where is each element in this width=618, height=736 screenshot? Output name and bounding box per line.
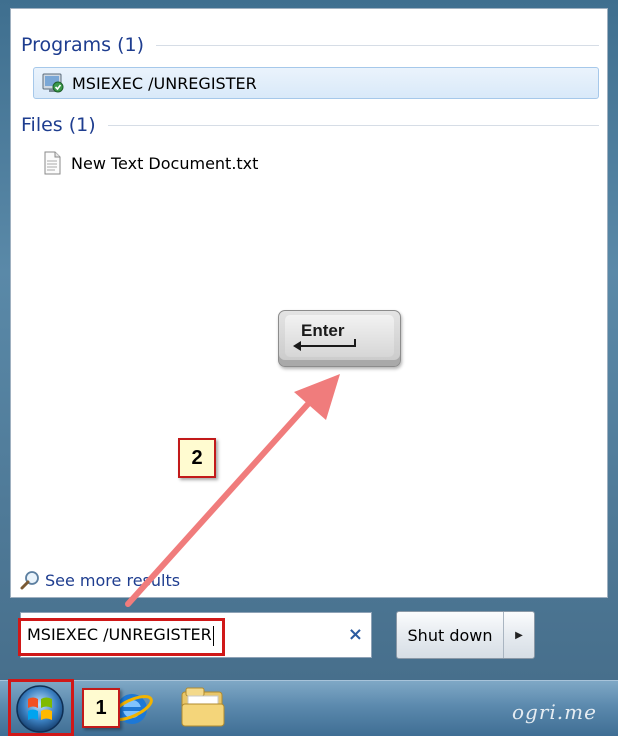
enter-key-label: Enter bbox=[301, 321, 345, 340]
return-arrow-icon bbox=[293, 339, 356, 351]
search-input-value: MSIEXEC /UNREGISTER bbox=[27, 625, 212, 644]
see-more-results-label: See more results bbox=[45, 570, 181, 590]
header-divider bbox=[156, 44, 599, 46]
text-caret bbox=[212, 625, 214, 646]
enter-key-illustration: Enter bbox=[278, 310, 401, 367]
shutdown-button[interactable]: Shut down bbox=[397, 612, 504, 658]
program-result-msiexec[interactable]: MSIEXEC /UNREGISTER bbox=[33, 67, 599, 99]
search-results-pane: Programs (1) MSIEXEC /UNREGISTER Files (… bbox=[10, 8, 608, 598]
programs-section-header: Programs (1) bbox=[21, 31, 599, 59]
magnifier-icon bbox=[20, 571, 39, 590]
programs-header-title: Programs (1) bbox=[21, 34, 145, 56]
see-more-results-link[interactable]: See more results bbox=[19, 569, 180, 591]
watermark: ogri.me bbox=[512, 700, 597, 724]
shutdown-options-arrow-icon[interactable]: ▶ bbox=[504, 612, 534, 658]
search-input[interactable]: MSIEXEC /UNREGISTER × bbox=[20, 612, 372, 658]
program-result-label: MSIEXEC /UNREGISTER bbox=[72, 73, 257, 93]
step-2-callout: 2 bbox=[178, 438, 216, 478]
msiexec-installer-icon bbox=[42, 73, 64, 93]
search-input-value-wrap: MSIEXEC /UNREGISTER bbox=[21, 613, 214, 657]
windows-start-orb-icon[interactable] bbox=[14, 683, 66, 735]
shutdown-button-group: Shut down ▶ bbox=[396, 611, 535, 659]
text-document-icon bbox=[44, 151, 61, 175]
file-result-label: New Text Document.txt bbox=[71, 153, 259, 173]
clear-search-icon[interactable]: × bbox=[348, 625, 363, 645]
windows-explorer-icon[interactable] bbox=[178, 684, 228, 730]
header-divider bbox=[107, 124, 599, 126]
step-1-callout: 1 bbox=[82, 688, 120, 728]
files-section-header: Files (1) bbox=[21, 111, 599, 139]
files-header-title: Files (1) bbox=[21, 114, 96, 136]
file-result-new-text-document[interactable]: New Text Document.txt bbox=[33, 147, 599, 179]
